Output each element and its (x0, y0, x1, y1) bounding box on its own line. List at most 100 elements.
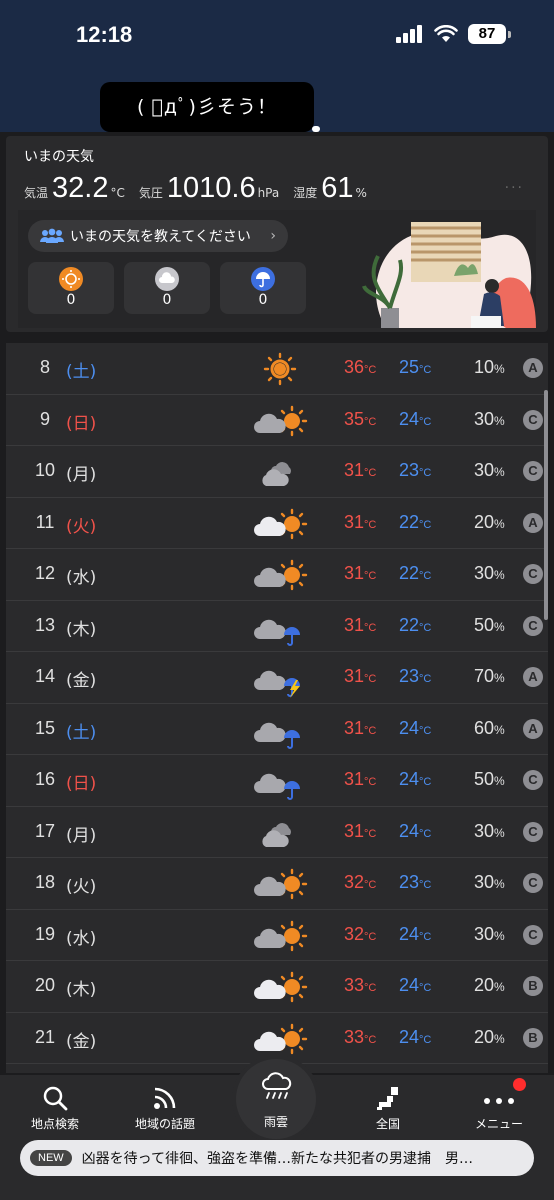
forecast-high-temp: 31°C (344, 769, 376, 790)
cloud-storm-weather-icon (252, 658, 308, 698)
tab-local-topics[interactable]: 地域の話題 (110, 1081, 220, 1132)
forecast-low-unit: °C (419, 467, 432, 479)
cloud-sun-weather-icon (252, 916, 308, 956)
forecast-day: 20 (34, 975, 56, 995)
forecast-low-unit: °C (419, 415, 432, 428)
forecast-low-temp: 23°C (399, 460, 431, 481)
forecast-weekday: (月) (66, 465, 97, 485)
forecast-high-unit: °C (364, 621, 377, 634)
forecast-row[interactable]: 11 (火) 31°C 22°C 20% A (6, 498, 548, 549)
toast-message: ( ﾟдﾟ)彡そう！ (100, 82, 314, 132)
forecast-high-value: 32 (344, 872, 365, 892)
forecast-high-temp: 32°C (344, 872, 376, 893)
rain-report-button[interactable]: 0 (220, 262, 306, 314)
forecast-row[interactable]: 15 (土) 31°C 24°C 60% A (6, 704, 548, 755)
wcloud-sun-weather-icon (252, 504, 308, 544)
forecast-low-value: 24 (399, 717, 420, 738)
current-weather-stats: 気温 32.2 °C 気圧 1010.6 hPa 湿度 61 % (24, 172, 381, 205)
forecast-high-unit: °C (364, 518, 377, 531)
forecast-reliability-badge: C (523, 461, 543, 481)
forecast-row[interactable]: 9 (日) 35°C 24°C 30% C (6, 395, 548, 446)
forecast-day: 19 (34, 923, 56, 944)
forecast-low-unit: °C (419, 570, 432, 582)
weekly-forecast-list[interactable]: 8 (土) 36°C 25°C 10% A 9 (日) 35°C 24°C 30% C 10 (月) 31°… (6, 343, 548, 1073)
forecast-high-temp: 33°C (344, 975, 376, 996)
forecast-row[interactable]: 14 (金) 31°C 23°C 70% A (6, 652, 548, 704)
forecast-row[interactable]: 20 (木) 33°C 24°C 20% B (6, 961, 548, 1013)
forecast-reliability-badge: B (523, 976, 543, 996)
forecast-high-temp: 32°C (344, 924, 376, 945)
forecast-precip-unit: % (494, 413, 505, 428)
people-icon (40, 228, 64, 243)
forecast-precip-value: 30 (474, 563, 495, 583)
rain-cloud-icon (262, 1072, 292, 1099)
forecast-reliability-badge: B (523, 1027, 543, 1048)
forecast-precip-value: 30 (474, 923, 495, 944)
forecast-low-value: 24 (399, 1026, 420, 1047)
tab-national[interactable]: 全国 (333, 1081, 443, 1132)
forecast-high-value: 33 (344, 1026, 365, 1047)
forecast-high-temp: 35°C (344, 409, 376, 430)
forecast-high-value: 33 (344, 975, 365, 995)
forecast-row[interactable]: 16 (日) 31°C 24°C 50% C (6, 755, 548, 807)
forecast-low-temp: 25°C (399, 357, 431, 378)
forecast-precip-value: 30 (474, 408, 495, 429)
forecast-row[interactable]: 10 (月) 31°C 23°C 30% C (6, 446, 548, 498)
forecast-precip-value: 20 (474, 1026, 495, 1047)
forecast-precip: 30% (474, 460, 505, 481)
sun-report-icon (59, 267, 83, 291)
forecast-low-unit: °C (419, 879, 432, 891)
forecast-precip-value: 20 (474, 511, 495, 532)
forecast-precip-value: 10 (474, 357, 495, 377)
forecast-reliability-badge: A (523, 512, 543, 533)
forecast-reliability-badge: C (523, 821, 543, 842)
forecast-weekday: (日) (66, 413, 97, 434)
forecast-precip-unit: % (494, 362, 505, 376)
search-icon (43, 1086, 68, 1111)
forecast-reliability-badge: A (523, 667, 543, 687)
temp-value: 32.2 (52, 172, 109, 204)
news-ticker[interactable]: NEW 凶器を待って徘徊、強盗を準備…新たな共犯者の男逮捕 男… (20, 1140, 534, 1176)
forecast-row[interactable]: 19 (水) 32°C 24°C 30% C (6, 910, 548, 961)
tab-search[interactable]: 地点検索 (0, 1081, 110, 1132)
forecast-row[interactable]: 12 (水) 31°C 22°C 30% C (6, 549, 548, 601)
forecast-high-value: 36 (344, 357, 365, 377)
forecast-high-unit: °C (364, 879, 377, 891)
forecast-precip: 50% (474, 769, 505, 790)
wcloud-sun-weather-icon (252, 967, 308, 1007)
forecast-reliability-badge: C (523, 615, 543, 636)
forecast-row[interactable]: 17 (月) 31°C 24°C 30% C (6, 807, 548, 858)
forecast-high-unit: °C (364, 364, 377, 376)
forecast-weekday: (月) (66, 825, 97, 846)
forecast-row[interactable]: 18 (火) 32°C 23°C 30% C (6, 858, 548, 910)
forecast-low-temp: 24°C (399, 769, 431, 790)
tab-rain-radar[interactable]: 雨雲 (232, 1055, 320, 1143)
forecast-low-temp: 24°C (399, 821, 431, 842)
forecast-high-value: 31 (344, 717, 365, 738)
forecast-low-value: 24 (399, 923, 420, 944)
forecast-high-unit: °C (364, 570, 377, 582)
more-options-icon[interactable]: ··· (505, 180, 524, 196)
forecast-row[interactable]: 13 (木) 31°C 22°C 50% C (6, 601, 548, 652)
forecast-precip-value: 30 (474, 460, 495, 480)
report-weather-button[interactable]: いまの天気を教えてください › (28, 220, 288, 252)
cloud-report-count: 0 (162, 292, 172, 308)
forecast-row[interactable]: 8 (土) 36°C 25°C 10% A (6, 343, 548, 395)
forecast-high-temp: 31°C (344, 460, 376, 481)
wcloud-sun-weather-icon (252, 1019, 308, 1059)
forecast-precip: 30% (474, 563, 505, 584)
notification-badge (513, 1078, 526, 1091)
forecast-low-temp: 24°C (399, 718, 431, 739)
weather-report-box: いまの天気を教えてください › 0 0 0 (18, 210, 536, 328)
tab-menu[interactable]: メニュー (444, 1081, 554, 1132)
forecast-low-unit: °C (419, 930, 432, 943)
cloudy-weather-icon (252, 813, 308, 853)
forecast-precip: 20% (474, 512, 505, 533)
sun-report-button[interactable]: 0 (28, 262, 114, 314)
forecast-day: 15 (34, 717, 56, 738)
forecast-high-unit: °C (364, 827, 377, 840)
tab-menu-label: メニュー (474, 1117, 523, 1131)
forecast-precip-unit: % (494, 1031, 505, 1046)
forecast-scrollbar[interactable] (544, 390, 548, 620)
cloud-report-button[interactable]: 0 (124, 262, 210, 314)
